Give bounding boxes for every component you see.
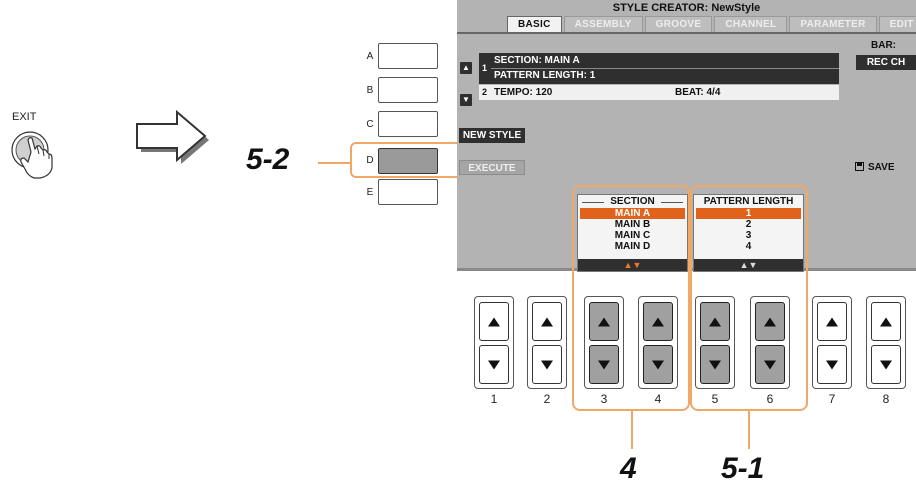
step-4-label: 4: [620, 452, 637, 485]
step-5-1-label: 5-1: [721, 452, 765, 485]
list-row-2[interactable]: 2 TEMPO: 120 BEAT: 4/4: [479, 85, 839, 100]
up-arrow-icon: [652, 317, 664, 326]
up-button[interactable]: [817, 302, 847, 341]
list-row-1[interactable]: 1 SECTION: MAIN A PATTERN LENGTH: 1: [479, 53, 839, 84]
up-arrow-icon: [709, 317, 721, 326]
up-button[interactable]: [871, 302, 901, 341]
tab-groove[interactable]: GROOVE: [644, 16, 713, 32]
up-arrow-icon: [880, 317, 892, 326]
right-arrow-icon: [136, 109, 209, 164]
beat-value: BEAT: 4/4: [675, 87, 721, 98]
button-number-3: 3: [600, 392, 608, 406]
down-button[interactable]: [871, 345, 901, 384]
tab-channel[interactable]: CHANNEL: [714, 16, 788, 32]
side-letter-a: A: [366, 51, 374, 62]
save-button[interactable]: SAVE: [850, 160, 916, 175]
button-number-1: 1: [490, 392, 498, 406]
updown-button-4[interactable]: [638, 296, 678, 389]
step-5-2-label: 5-2: [246, 143, 290, 176]
up-arrow-icon: [826, 317, 838, 326]
down-arrow-icon: [709, 360, 721, 369]
down-arrow-icon: [652, 360, 664, 369]
down-button[interactable]: [589, 345, 619, 384]
row-number: 2: [482, 87, 488, 97]
button-number-7: 7: [828, 392, 836, 406]
bar-label: BAR:: [871, 40, 896, 51]
floppy-disk-icon: [855, 162, 864, 171]
side-letter-e: E: [366, 187, 374, 198]
callout-line-5-2: [318, 162, 350, 164]
button-number-8: 8: [882, 392, 890, 406]
down-arrow-icon: [541, 360, 553, 369]
up-button[interactable]: [479, 302, 509, 341]
updown-button-8[interactable]: [866, 296, 906, 389]
updown-button-2[interactable]: [527, 296, 567, 389]
up-arrow-icon: [764, 317, 776, 326]
exit-button[interactable]: [8, 130, 60, 180]
up-arrow-icon: [598, 317, 610, 326]
button-number-5: 5: [711, 392, 719, 406]
side-letter-b: B: [366, 85, 374, 96]
up-button[interactable]: [643, 302, 673, 341]
down-button[interactable]: [700, 345, 730, 384]
side-letter-c: C: [366, 119, 374, 130]
side-button-b[interactable]: [378, 77, 438, 103]
row-number: 1: [482, 63, 488, 73]
updown-button-5[interactable]: [695, 296, 735, 389]
up-button[interactable]: [755, 302, 785, 341]
tab-divider: [457, 32, 916, 34]
down-button[interactable]: [479, 345, 509, 384]
exit-label: EXIT: [12, 111, 37, 123]
tempo-value: TEMPO: 120: [494, 87, 553, 98]
side-button-e[interactable]: [378, 179, 438, 205]
callout-line-4: [631, 411, 633, 449]
scroll-down-icon[interactable]: ▼: [460, 94, 472, 106]
button-number-6: 6: [766, 392, 774, 406]
row-separator: [491, 68, 839, 69]
down-button[interactable]: [532, 345, 562, 384]
up-button[interactable]: [589, 302, 619, 341]
callout-line-5-1: [748, 411, 750, 449]
scroll-up-icon[interactable]: ▲: [460, 62, 472, 74]
side-button-c[interactable]: [378, 111, 438, 137]
down-arrow-icon: [488, 360, 500, 369]
new-style-button[interactable]: NEW STYLE: [459, 128, 525, 143]
down-arrow-icon: [880, 360, 892, 369]
down-button[interactable]: [817, 345, 847, 384]
up-button[interactable]: [532, 302, 562, 341]
button-number-2: 2: [543, 392, 551, 406]
down-button[interactable]: [643, 345, 673, 384]
updown-button-6[interactable]: [750, 296, 790, 389]
up-arrow-icon: [488, 317, 500, 326]
down-button[interactable]: [755, 345, 785, 384]
button-number-4: 4: [654, 392, 662, 406]
updown-button-7[interactable]: [812, 296, 852, 389]
execute-button[interactable]: EXECUTE: [459, 160, 525, 175]
down-arrow-icon: [826, 360, 838, 369]
updown-button-1[interactable]: [474, 296, 514, 389]
down-arrow-icon: [764, 360, 776, 369]
screen-title: STYLE CREATOR: NewStyle: [612, 2, 761, 14]
up-button[interactable]: [700, 302, 730, 341]
tab-basic[interactable]: BASIC: [507, 16, 562, 32]
tab-parameter[interactable]: PARAMETER: [789, 16, 877, 32]
rec-ch-button[interactable]: REC CH: [856, 55, 916, 70]
updown-button-3[interactable]: [584, 296, 624, 389]
side-button-a[interactable]: [378, 43, 438, 69]
section-line: SECTION: MAIN A: [494, 55, 580, 66]
tab-bar: BASIC ASSEMBLY GROOVE CHANNEL PARAMETER …: [507, 16, 916, 32]
save-label: SAVE: [868, 162, 895, 173]
down-arrow-icon: [598, 360, 610, 369]
tab-assembly[interactable]: ASSEMBLY: [563, 16, 643, 32]
tab-edit[interactable]: EDIT: [878, 16, 916, 32]
pattern-length-line: PATTERN LENGTH: 1: [494, 70, 596, 81]
up-arrow-icon: [541, 317, 553, 326]
